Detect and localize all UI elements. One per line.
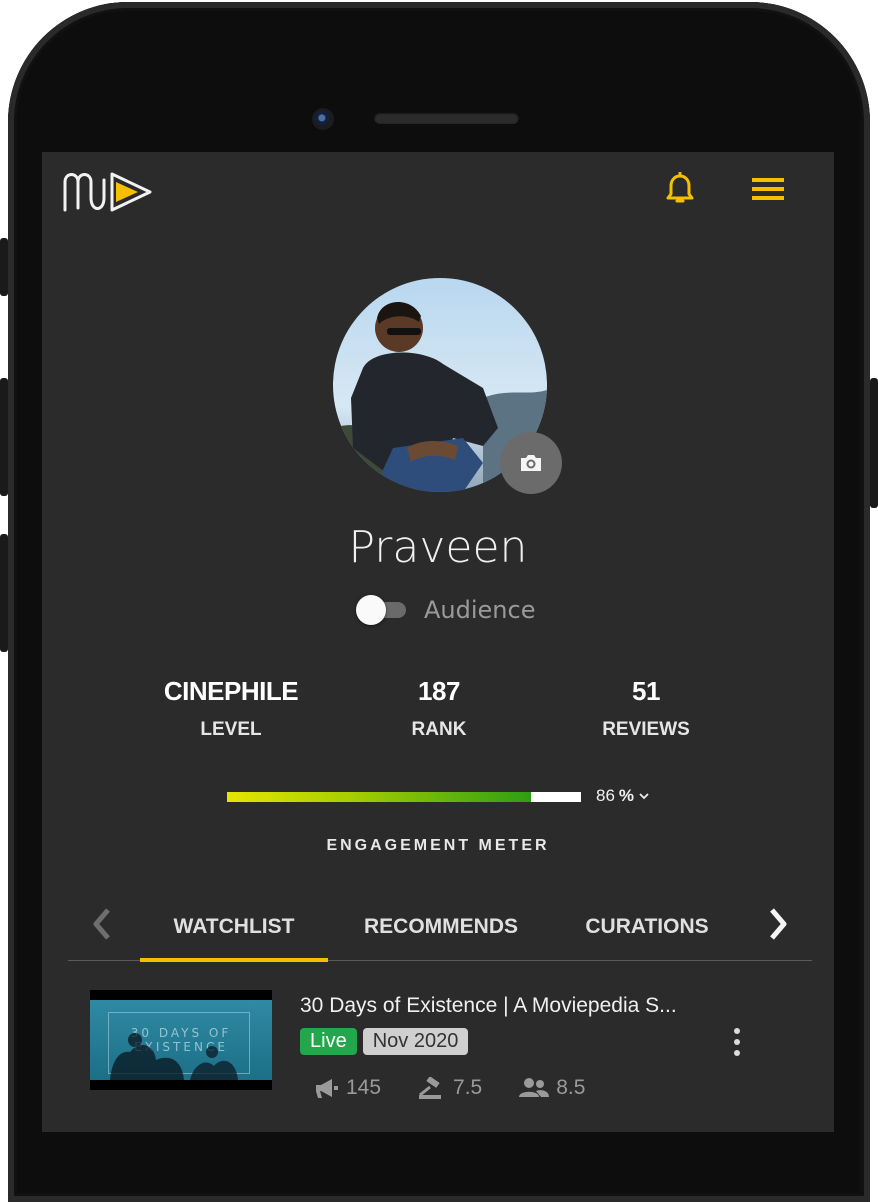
rating-value: 7.5 — [453, 1076, 483, 1099]
stat-level: CINEPHILE LEVEL — [131, 676, 331, 741]
engagement-meter-unit: % — [618, 786, 635, 805]
earpiece-speaker — [374, 112, 519, 124]
watchlist-item-title[interactable]: 30 Days of Existence | A Moviepedia S... — [300, 994, 710, 1018]
tabs-next-arrow[interactable] — [764, 906, 792, 942]
camera-icon — [521, 455, 541, 471]
mute-switch[interactable] — [0, 238, 8, 296]
tabs-prev-arrow[interactable] — [88, 906, 116, 942]
promotions-metric: 145 — [314, 1076, 381, 1100]
volume-down-button[interactable] — [0, 534, 8, 652]
stat-level-label: LEVEL — [200, 719, 262, 740]
audience-toggle[interactable] — [356, 592, 406, 628]
stat-rank: 187 RANK — [339, 676, 539, 741]
engagement-meter-fill — [227, 792, 532, 802]
app-screen: Praveen Audience CINEPHILE LEVEL 187 RAN… — [42, 152, 834, 1132]
watchlist-item-thumbnail[interactable]: 30 DAYS OF EXISTENCE — [90, 990, 272, 1090]
megaphone-icon — [316, 1079, 338, 1098]
gavel-icon — [419, 1077, 442, 1099]
engagement-meter-title: ENGAGEMENT METER — [326, 837, 550, 854]
power-button[interactable] — [870, 378, 878, 508]
tab-curations[interactable]: CURATIONS — [574, 894, 720, 960]
live-badge: Live — [300, 1028, 357, 1055]
chevron-right-icon — [770, 908, 787, 940]
promotions-count: 145 — [346, 1076, 382, 1099]
engagement-meter-value: 86 — [596, 786, 615, 805]
watchlist-item-badges: Live Nov 2020 — [300, 1028, 469, 1055]
engagement-meter-bar — [227, 792, 581, 802]
people-icon — [519, 1078, 550, 1097]
profile-name: Praveen — [348, 522, 528, 573]
hamburger-menu-icon[interactable] — [750, 176, 786, 202]
more-options-icon[interactable] — [730, 1026, 744, 1058]
date-badge: Nov 2020 — [362, 1028, 469, 1055]
change-photo-button[interactable] — [500, 432, 562, 494]
audience-toggle-label: Audience — [424, 596, 536, 624]
audience-toggle-row: Audience — [356, 592, 535, 628]
audience-score-metric: 8.5 — [518, 1076, 585, 1100]
chevron-left-icon — [93, 908, 110, 940]
volume-up-button[interactable] — [0, 378, 8, 496]
stat-reviews-value: 51 — [632, 676, 660, 706]
watchlist-item-metrics: 145 7.5 8.5 — [314, 1076, 585, 1100]
stat-level-value: CINEPHILE — [163, 676, 299, 706]
audience-score-value: 8.5 — [556, 1076, 586, 1099]
moviepedia-logo[interactable] — [62, 168, 154, 214]
profile-tabs: WATCHLIST RECOMMENDS CURATIONS — [68, 894, 812, 962]
stat-rank-value: 187 — [418, 676, 460, 706]
tab-recommends[interactable]: RECOMMENDS — [354, 894, 528, 960]
watchlist-item[interactable]: 30 DAYS OF EXISTENCE 30 Days of Existenc… — [90, 990, 790, 1120]
front-camera — [312, 108, 334, 130]
stat-rank-label: RANK — [411, 719, 467, 740]
tab-watchlist[interactable]: WATCHLIST — [140, 894, 328, 962]
engagement-meter-dropdown[interactable]: 86 % — [596, 786, 650, 806]
rating-metric: 7.5 — [417, 1076, 482, 1100]
notification-bell-icon[interactable] — [664, 171, 696, 206]
chevron-down-icon — [639, 793, 649, 800]
stat-reviews-label: REVIEWS — [602, 719, 690, 740]
stat-reviews: 51 REVIEWS — [546, 676, 746, 741]
